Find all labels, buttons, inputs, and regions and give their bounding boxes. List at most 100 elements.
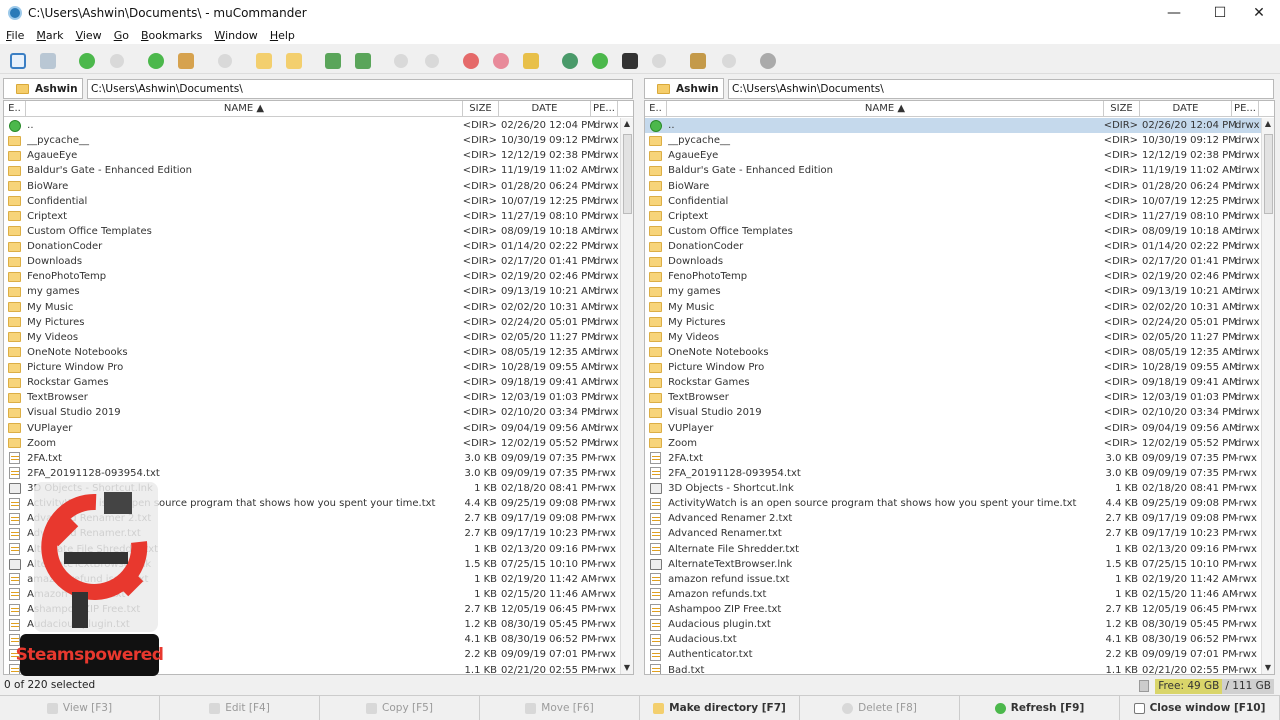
folder-row[interactable]: Zoom <DIR> 12/02/19 05:52 PM drwx xyxy=(4,436,620,451)
folder-row[interactable]: Downloads <DIR> 02/17/20 01:41 PM drwx xyxy=(645,254,1261,269)
copy-button[interactable]: Copy [F5] xyxy=(320,696,480,720)
menu-help[interactable]: Help xyxy=(270,29,295,42)
folder-row[interactable]: FenoPhotoTemp <DIR> 02/19/20 02:46 PM drwx xyxy=(645,269,1261,284)
file-row[interactable]: ActivityWatch is an open source program … xyxy=(645,496,1261,511)
folder-row[interactable]: My Videos <DIR> 02/05/20 11:27 PM drwx xyxy=(4,330,620,345)
right-scrollbar[interactable]: ▲ ▼ xyxy=(1261,118,1274,674)
file-row[interactable]: 2FA_20191128-093954.txt 3.0 KB 09/09/19 07… xyxy=(4,466,620,481)
refresh-button[interactable]: Refresh [F9] xyxy=(960,696,1120,720)
folder-row[interactable]: BioWare <DIR> 01/28/20 06:24 PM drwx xyxy=(4,179,620,194)
terminal-icon[interactable] xyxy=(622,53,638,69)
column-name[interactable]: NAME ▲ xyxy=(26,101,463,117)
left-scrollbar[interactable]: ▲ ▼ xyxy=(620,118,633,674)
edit-button[interactable]: Edit [F4] xyxy=(160,696,320,720)
parent-dir-row[interactable]: .. <DIR> 02/26/20 12:04 PM drwx xyxy=(645,118,1261,134)
delete-button[interactable]: Delete [F8] xyxy=(800,696,960,720)
parent-dir-row[interactable]: .. <DIR> 02/26/20 12:04 PM drwx xyxy=(4,118,620,133)
file-row[interactable]: Advanced Renamer 2.txt 2.7 KB09/17/19 09:… xyxy=(645,511,1261,526)
file-row[interactable]: Audacious plugin.txt 1.2 KB08/30/19 05:45… xyxy=(645,617,1261,632)
folder-row[interactable]: FenoPhotoTemp <DIR> 02/19/20 02:46 PM drwx xyxy=(4,269,620,284)
column-date[interactable]: DATE xyxy=(1140,101,1232,117)
folder-row[interactable]: TextBrowser <DIR> 12/03/19 01:03 PM drwx xyxy=(4,390,620,405)
folder-row[interactable]: My Music <DIR> 02/02/20 10:31 AM drwx xyxy=(645,300,1261,315)
folder-row[interactable]: Downloads <DIR> 02/17/20 01:41 PM drwx xyxy=(4,254,620,269)
folder-row[interactable]: My Music <DIR> 02/02/20 10:31 AM drwx xyxy=(4,300,620,315)
column-ext[interactable]: E.. xyxy=(645,101,667,117)
close-window-button[interactable]: Close window [F10] xyxy=(1120,696,1280,720)
right-file-table[interactable]: E.. NAME ▲ SIZE DATE PE... .. <DIR> 02/26/… xyxy=(644,100,1275,675)
menu-view[interactable]: View xyxy=(76,29,102,42)
folder-row[interactable]: Custom Office Templates <DIR> 08/09/19 10:… xyxy=(4,224,620,239)
left-drive-button[interactable]: Ashwin xyxy=(3,78,83,99)
file-row[interactable]: Authenticator.txt 2.2 KB09/09/19 07:01 PM… xyxy=(645,647,1261,662)
sync-icon[interactable] xyxy=(325,53,341,69)
menu-file[interactable]: File xyxy=(6,29,24,42)
parent-folder-icon[interactable] xyxy=(148,53,164,69)
home-icon[interactable] xyxy=(178,53,194,69)
menu-bookmarks[interactable]: Bookmarks xyxy=(141,29,202,42)
folder-row[interactable]: my games <DIR> 09/13/19 10:21 AM drwx xyxy=(4,284,620,299)
column-perm[interactable]: PE... xyxy=(591,101,618,117)
revert-icon[interactable] xyxy=(592,53,608,69)
file-row[interactable]: Amazon refunds.txt 1 KB02/15/20 11:46 AM-… xyxy=(645,587,1261,602)
folder-row[interactable]: Rockstar Games <DIR> 09/18/19 09:41 AM drwx xyxy=(645,375,1261,390)
folder-row[interactable]: __pycache__ <DIR> 10/30/19 09:12 PM drwx xyxy=(4,133,620,148)
folder-row[interactable]: Picture Window Pro <DIR> 10/28/19 09:55 AM… xyxy=(4,360,620,375)
folder-options-icon[interactable] xyxy=(286,53,302,69)
credentials-icon[interactable] xyxy=(523,53,539,69)
folder-row[interactable]: My Pictures <DIR> 02/24/20 05:01 PM drwx xyxy=(645,315,1261,330)
stop-icon[interactable] xyxy=(218,54,232,68)
folder-row[interactable]: Custom Office Templates <DIR> 08/09/19 10:… xyxy=(645,224,1261,239)
folder-row[interactable]: Criptext <DIR> 11/27/19 08:10 PM drwx xyxy=(4,209,620,224)
add-folder-icon[interactable] xyxy=(256,53,272,69)
folder-row[interactable]: My Pictures <DIR> 02/24/20 05:01 PM drwx xyxy=(4,315,620,330)
folder-row[interactable]: Confidential <DIR> 10/07/19 12:25 PM drwx xyxy=(645,194,1261,209)
edit-bookmarks-icon[interactable] xyxy=(493,53,509,69)
folder-row[interactable]: My Videos <DIR> 02/05/20 11:27 PM drwx xyxy=(645,330,1261,345)
folder-row[interactable]: DonationCoder <DIR> 01/14/20 02:22 PM drwx xyxy=(645,239,1261,254)
preferences-gear-icon[interactable] xyxy=(760,53,776,69)
close-button[interactable]: ✕ xyxy=(1236,0,1280,26)
file-row[interactable]: Ashampoo ZIP Free.txt 2.7 KB12/05/19 06:4… xyxy=(645,602,1261,617)
column-size[interactable]: SIZE xyxy=(463,101,499,117)
file-row[interactable]: 3D Objects - Shortcut.lnk 1 KB02/18/20 08… xyxy=(645,481,1261,496)
left-path-field[interactable] xyxy=(87,79,633,99)
info-icon[interactable] xyxy=(722,54,736,68)
move-button[interactable]: Move [F6] xyxy=(480,696,640,720)
file-row[interactable]: 2FA_20191128-093954.txt 3.0 KB 09/09/19 07… xyxy=(645,466,1261,481)
edit-icon[interactable] xyxy=(690,53,706,69)
column-size[interactable]: SIZE xyxy=(1104,101,1140,117)
connect-icon[interactable] xyxy=(40,53,56,69)
swap-panels-icon[interactable] xyxy=(355,53,371,69)
back-icon[interactable] xyxy=(79,53,95,69)
folder-row[interactable]: AgaueEye <DIR> 12/12/19 02:38 PM drwx xyxy=(645,148,1261,163)
column-ext[interactable]: E.. xyxy=(4,101,26,117)
menu-mark[interactable]: Mark xyxy=(36,29,63,42)
file-row[interactable]: Bad.txt 1.1 KB02/21/20 02:55 PM-rwx xyxy=(645,663,1261,674)
folder-row[interactable]: Visual Studio 2019 <DIR> 02/10/20 03:34 PM… xyxy=(645,405,1261,420)
email-icon[interactable] xyxy=(562,53,578,69)
pack-icon[interactable] xyxy=(394,54,408,68)
scroll-down-icon[interactable]: ▼ xyxy=(1262,662,1274,674)
folder-row[interactable]: VUPlayer <DIR> 09/04/19 09:56 AM drwx xyxy=(645,421,1261,436)
column-date[interactable]: DATE xyxy=(499,101,591,117)
folder-row[interactable]: Picture Window Pro <DIR> 10/28/19 09:55 AM… xyxy=(645,360,1261,375)
folder-row[interactable]: AgaueEye <DIR> 12/12/19 02:38 PM drwx xyxy=(4,148,620,163)
trash-icon[interactable] xyxy=(1139,680,1150,692)
folder-row[interactable]: Zoom <DIR> 12/02/19 05:52 PM drwx xyxy=(645,436,1261,451)
file-row[interactable]: amazon refund issue.txt 1 KB02/19/20 11:4… xyxy=(645,572,1261,587)
forward-icon[interactable] xyxy=(110,54,124,68)
file-row[interactable]: 2FA.txt 3.0 KB 09/09/19 07:35 PM -rwx xyxy=(4,451,620,466)
folder-row[interactable]: my games <DIR> 09/13/19 10:21 AM drwx xyxy=(645,284,1261,299)
column-perm[interactable]: PE... xyxy=(1232,101,1259,117)
folder-row[interactable]: VUPlayer <DIR> 09/04/19 09:56 AM drwx xyxy=(4,421,620,436)
file-row[interactable]: AlternateTextBrowser.lnk 1.5 KB07/25/15 1… xyxy=(645,557,1261,572)
file-row[interactable]: Advanced Renamer.txt 2.7 KB09/17/19 10:23… xyxy=(645,526,1261,541)
scroll-thumb[interactable] xyxy=(623,134,632,214)
folder-row[interactable]: OneNote Notebooks <DIR> 08/05/19 12:35 AM d… xyxy=(4,345,620,360)
scroll-down-icon[interactable]: ▼ xyxy=(621,662,633,674)
file-row[interactable]: Audacious.txt 4.1 KB08/30/19 06:52 PM-rwx xyxy=(645,632,1261,647)
folder-row[interactable]: BioWare <DIR> 01/28/20 06:24 PM drwx xyxy=(645,179,1261,194)
file-row[interactable]: 2FA.txt 3.0 KB 09/09/19 07:35 PM -rwx xyxy=(645,451,1261,466)
scroll-up-icon[interactable]: ▲ xyxy=(1262,118,1274,130)
